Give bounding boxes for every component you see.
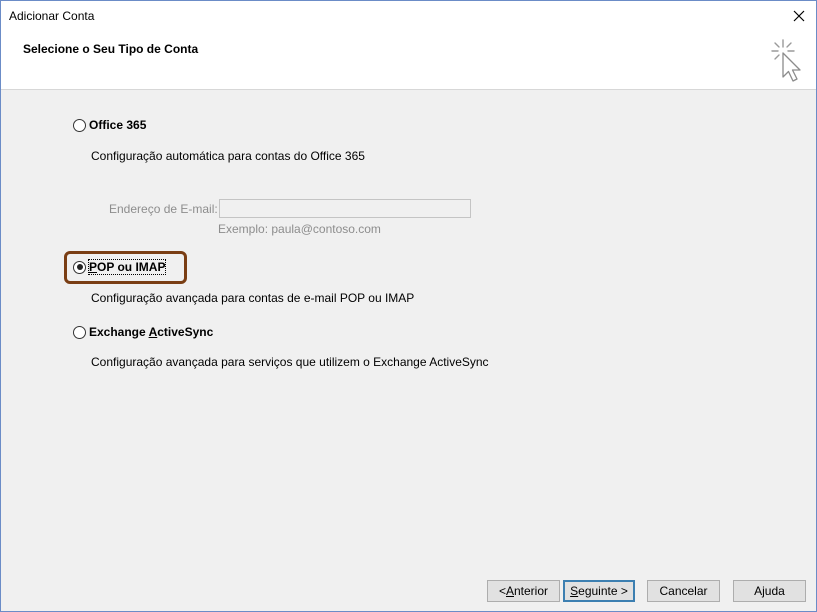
radio-exchange-activesync-label: Exchange ActiveSync bbox=[89, 325, 214, 339]
email-address-label: Endereço de E-mail: bbox=[109, 202, 218, 216]
radio-office-365[interactable]: Office 365 bbox=[73, 118, 146, 132]
title-bar: Adicionar Conta bbox=[1, 1, 816, 31]
exchange-activesync-description: Configuração avançada para serviços que … bbox=[91, 355, 489, 369]
email-address-input[interactable] bbox=[219, 199, 471, 218]
add-account-dialog: Adicionar Conta Selecione o Seu Tipo de … bbox=[0, 0, 817, 612]
radio-pop-imap[interactable]: POP ou IMAP bbox=[73, 259, 167, 275]
close-button[interactable] bbox=[782, 1, 816, 31]
cancel-button[interactable]: Cancelar bbox=[647, 580, 720, 602]
radio-pop-imap-label: POP ou IMAP bbox=[87, 259, 167, 275]
close-icon bbox=[793, 10, 805, 22]
page-title: Selecione o Seu Tipo de Conta bbox=[23, 42, 199, 56]
window-title: Adicionar Conta bbox=[9, 9, 95, 23]
click-cursor-icon bbox=[771, 39, 801, 82]
office-365-description: Configuração automática para contas do O… bbox=[91, 149, 365, 163]
back-button[interactable]: < Anterior bbox=[487, 580, 560, 602]
pop-imap-description: Configuração avançada para contas de e-m… bbox=[91, 291, 415, 305]
radio-exchange-activesync-indicator[interactable] bbox=[73, 325, 86, 339]
email-example-hint: Exemplo: paula@contoso.com bbox=[218, 222, 381, 236]
wizard-header: Selecione o Seu Tipo de Conta bbox=[1, 31, 816, 90]
radio-office-365-label: Office 365 bbox=[89, 118, 147, 132]
next-button[interactable]: Seguinte > bbox=[563, 580, 635, 602]
radio-pop-imap-indicator[interactable] bbox=[73, 260, 86, 274]
radio-office-365-indicator[interactable] bbox=[73, 118, 86, 132]
radio-exchange-activesync[interactable]: Exchange ActiveSync bbox=[73, 325, 213, 339]
help-button[interactable]: Ajuda bbox=[733, 580, 806, 602]
